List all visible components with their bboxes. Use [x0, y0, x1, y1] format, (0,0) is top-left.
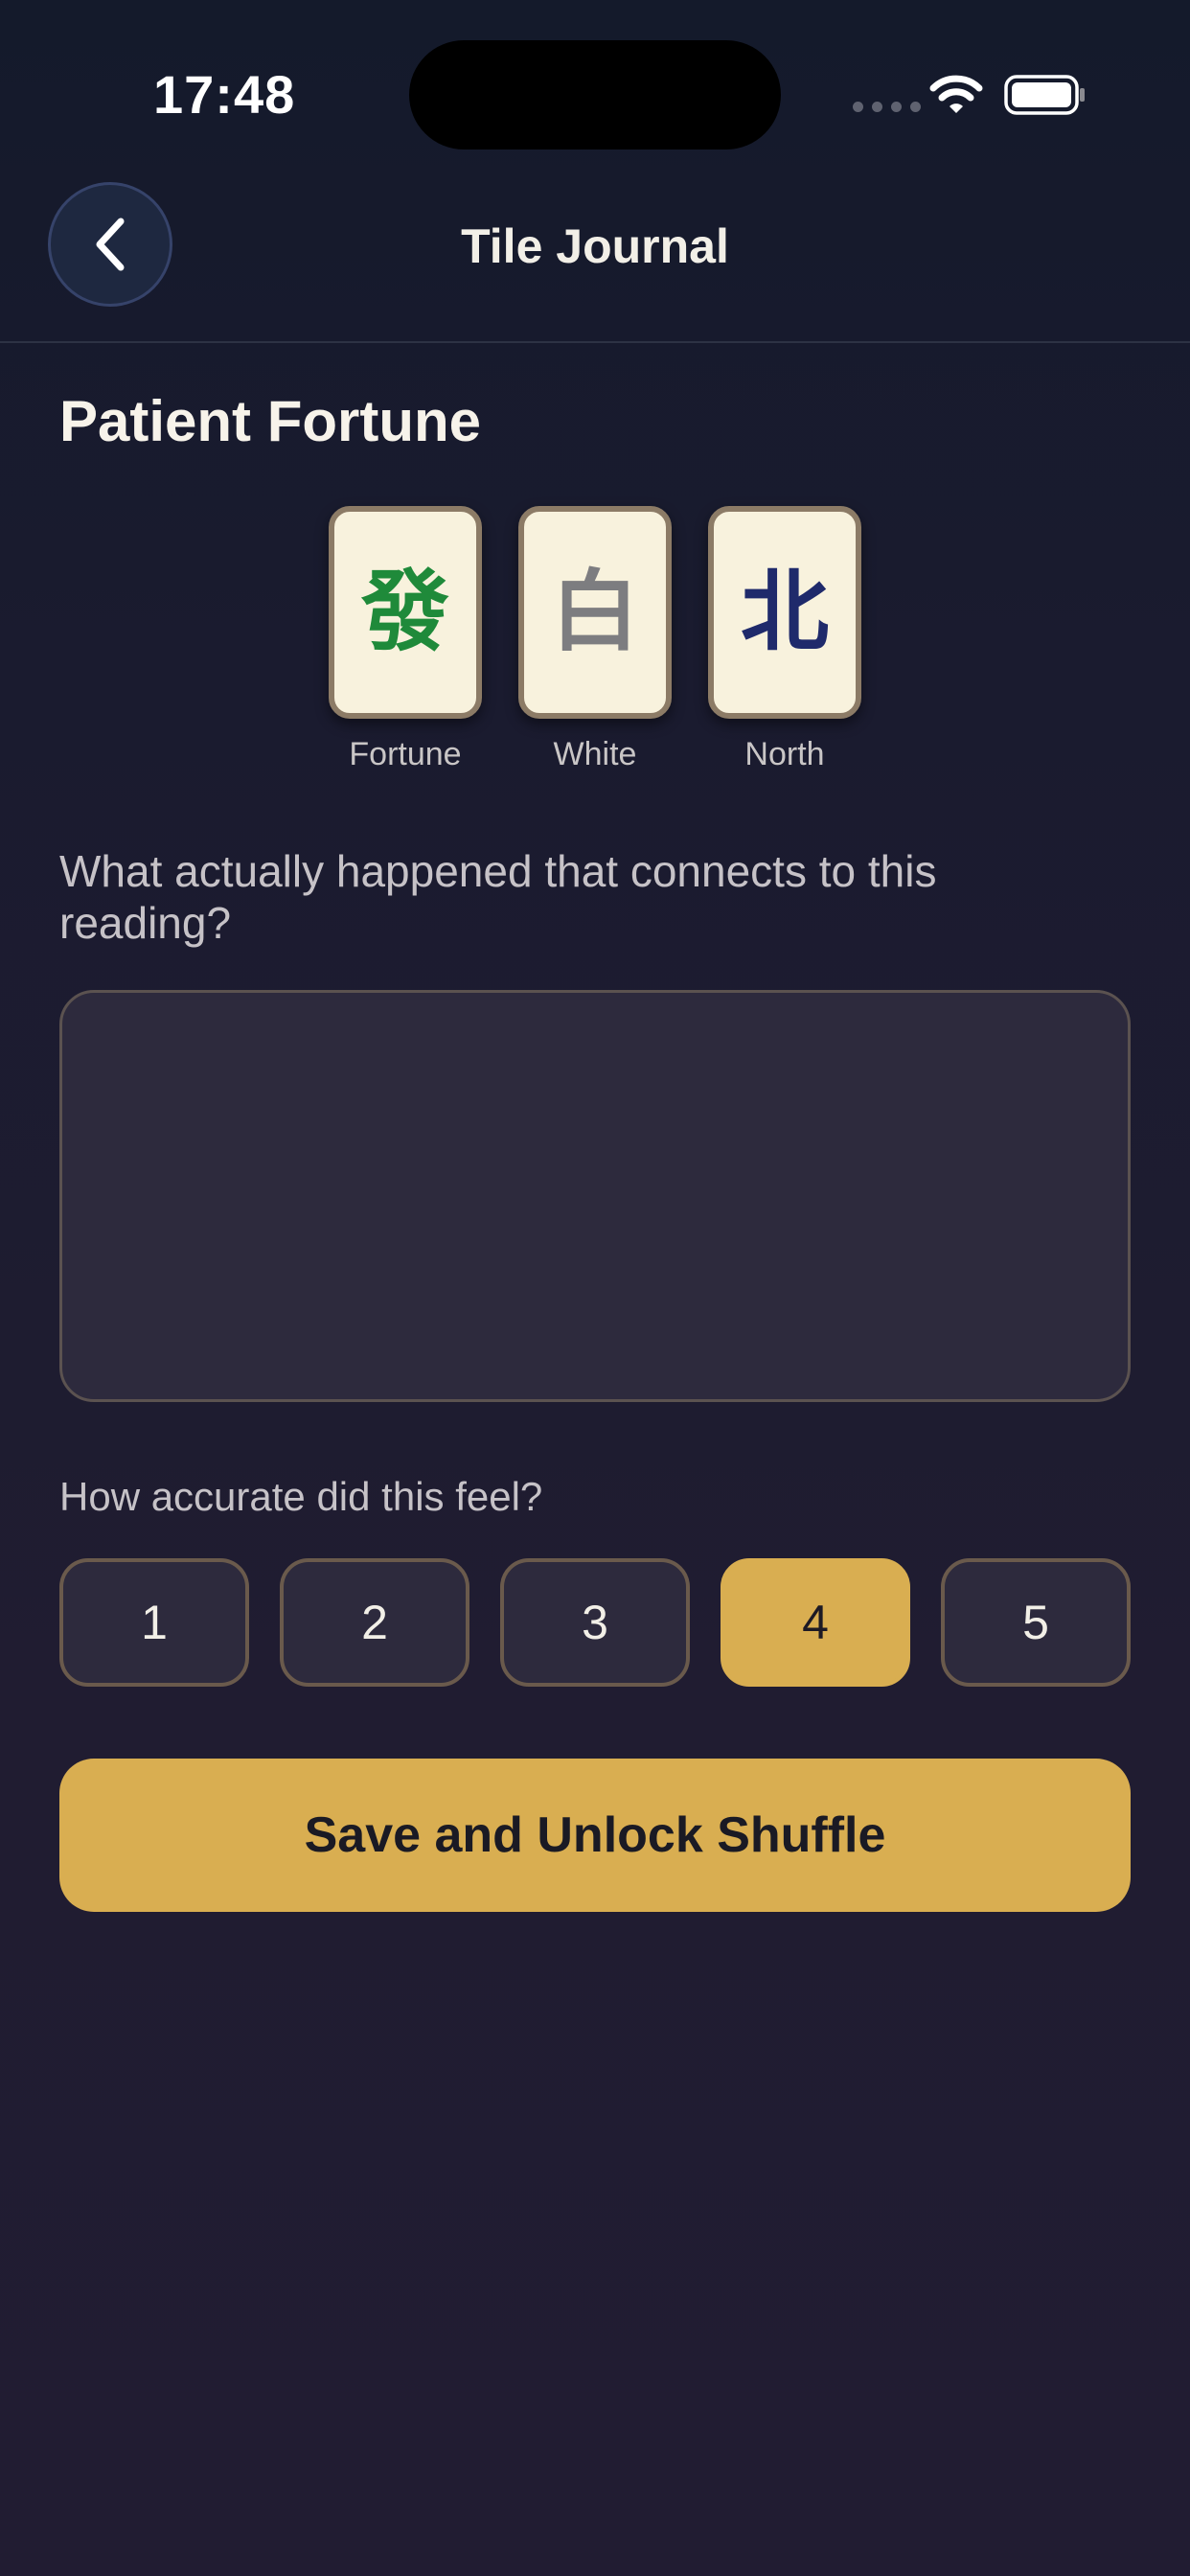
save-and-unlock-button[interactable]: Save and Unlock Shuffle [59, 1759, 1131, 1912]
tile-north: 北 North [708, 506, 861, 773]
rating-option-4[interactable]: 4 [721, 1558, 910, 1687]
rating-option-5[interactable]: 5 [941, 1558, 1131, 1687]
journal-question: What actually happened that connects to … [59, 846, 937, 948]
tile-face: 北 [708, 506, 861, 719]
rating-option-2[interactable]: 2 [280, 1558, 469, 1687]
page-title: Tile Journal [461, 219, 729, 273]
tile-label: Fortune [349, 736, 462, 772]
journal-entry-input[interactable] [59, 990, 1131, 1402]
status-bar: 17:48 [0, 0, 1190, 172]
tile-fortune: 發 Fortune [329, 506, 482, 773]
dynamic-island [409, 40, 781, 150]
tiles-row: 發 Fortune 白 White 北 North [0, 506, 1190, 773]
rating-option-1[interactable]: 1 [59, 1558, 249, 1687]
reading-title: Patient Fortune [59, 389, 482, 453]
tile-label: White [553, 736, 637, 772]
rating-option-3[interactable]: 3 [500, 1558, 690, 1687]
tile-face: 發 [329, 506, 482, 719]
tile-label: North [744, 736, 825, 772]
accuracy-label: How accurate did this feel? [59, 1474, 543, 1519]
wifi-icon [929, 75, 983, 113]
status-time: 17:48 [153, 64, 296, 125]
tile-white: 白 White [518, 506, 672, 773]
accuracy-rating: 1 2 3 4 5 [59, 1558, 1131, 1687]
cellular-signal-icon [853, 102, 921, 112]
navigation-header: Tile Journal [0, 172, 1190, 343]
tile-face: 白 [518, 506, 672, 719]
battery-icon [1004, 75, 1085, 115]
